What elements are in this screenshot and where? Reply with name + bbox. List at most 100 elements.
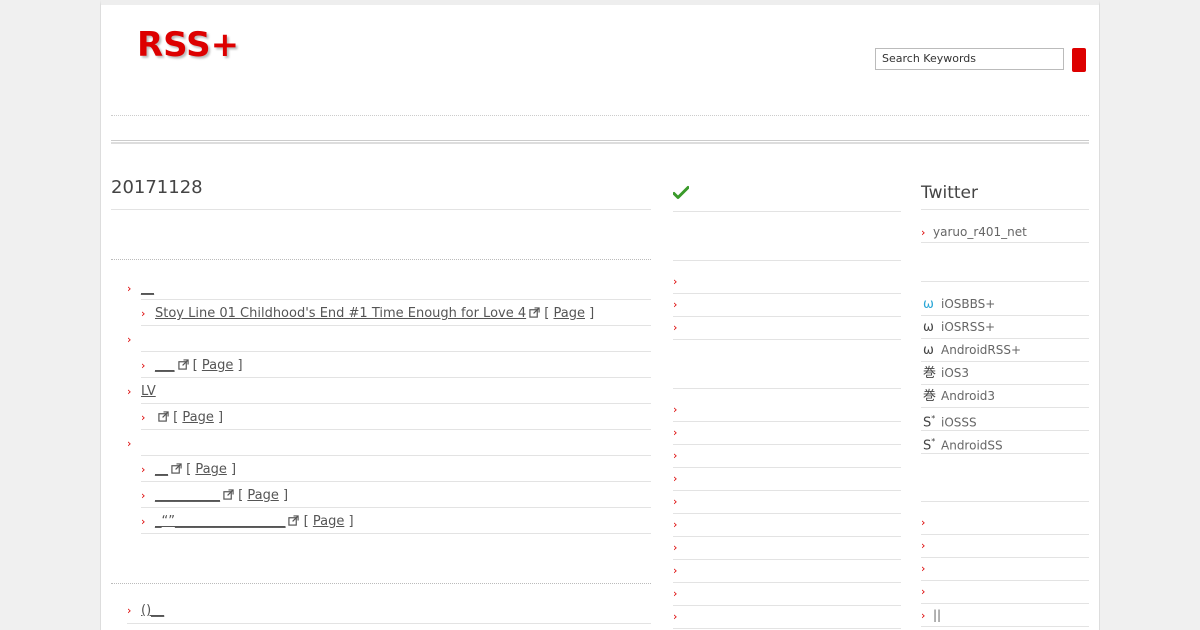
sidebar-item[interactable]: › xyxy=(673,421,687,445)
sidebar-item[interactable]: › xyxy=(673,444,687,468)
chevron-right-icon: › xyxy=(921,516,926,529)
chevron-right-icon: › xyxy=(127,282,132,295)
chevron-right-icon: › xyxy=(673,518,678,531)
app-link-androidss[interactable]: S* AndroidSS xyxy=(923,431,1003,453)
sidebar-item[interactable]: › xyxy=(673,536,687,560)
chevron-right-icon: › xyxy=(673,587,678,600)
chevron-right-icon: › xyxy=(673,541,678,554)
item-link[interactable]: ___ xyxy=(155,358,175,373)
page-link[interactable]: Page xyxy=(247,488,278,503)
header-divider xyxy=(111,115,1089,116)
list-item: › __ xyxy=(127,277,154,301)
list-item: › LV xyxy=(127,380,156,404)
chevron-right-icon: › xyxy=(673,298,678,311)
item-link[interactable]: __ xyxy=(155,462,168,477)
list-item: › Stoy Line 01 Childhood's End #1 Time En… xyxy=(141,302,594,326)
date-heading: 20171128 xyxy=(111,177,203,198)
chevron-right-icon: › xyxy=(141,307,146,320)
chevron-right-icon: › xyxy=(141,359,146,372)
chevron-right-icon: › xyxy=(141,489,146,502)
item-link[interactable]: ()__ xyxy=(141,603,164,618)
omega-icon: ω xyxy=(923,343,934,358)
chevron-right-icon: › xyxy=(141,411,146,424)
item-link[interactable]: __ xyxy=(141,281,154,296)
page-link[interactable]: Page xyxy=(553,306,584,321)
page-link[interactable]: Page xyxy=(202,358,233,373)
external-link-icon xyxy=(529,307,540,318)
page-link[interactable]: Page xyxy=(182,410,213,425)
sidebar-item[interactable]: › xyxy=(673,316,687,340)
list-item: › xyxy=(127,328,141,352)
list-item: › __ [ Page ] xyxy=(141,458,236,482)
item-link[interactable]: LV xyxy=(141,384,156,399)
chevron-right-icon: › xyxy=(673,449,678,462)
app-link-ios3[interactable]: 巻 iOS3 xyxy=(923,362,969,384)
app-link-iosrss[interactable]: ω iOSRSS+ xyxy=(923,316,995,338)
sidebar-item[interactable]: › xyxy=(673,270,687,294)
search-input[interactable]: Search Keywords xyxy=(875,48,1064,70)
chevron-right-icon: › xyxy=(673,495,678,508)
sidebar-item[interactable]: › xyxy=(673,293,687,317)
section-divider xyxy=(111,583,651,584)
sidebar-item[interactable]: › xyxy=(673,559,687,583)
chevron-right-icon: › xyxy=(921,585,926,598)
twitter-user-link[interactable]: › yaruo_r401_net xyxy=(921,220,1027,244)
page-link[interactable]: Page xyxy=(313,514,344,529)
chevron-right-icon: › xyxy=(921,609,926,622)
page-container: RSS+ Search Keywords 20171128 › __ › Stoy … xyxy=(100,0,1100,630)
list-item: › ___ [ Page ] xyxy=(141,354,243,378)
chevron-right-icon: › xyxy=(921,562,926,575)
chevron-right-icon: › xyxy=(673,321,678,334)
sidebar-item[interactable]: › xyxy=(673,513,687,537)
chevron-right-icon: › xyxy=(673,426,678,439)
chevron-right-icon: › xyxy=(141,463,146,476)
search-button[interactable] xyxy=(1072,48,1086,72)
chevron-right-icon: › xyxy=(673,610,678,623)
chevron-right-icon: › xyxy=(127,604,132,617)
omega-icon: ω xyxy=(923,320,934,335)
external-link-icon xyxy=(288,515,300,526)
chevron-right-icon: › xyxy=(673,472,678,485)
site-logo[interactable]: RSS+ xyxy=(137,25,239,65)
sidebar-item[interactable]: › xyxy=(673,605,687,629)
app-link-iosbbs[interactable]: ω iOSBBS+ xyxy=(923,293,995,315)
heading-rule xyxy=(111,209,651,210)
item-link[interactable]: _“”_________________ xyxy=(155,514,285,529)
chevron-right-icon: › xyxy=(127,385,132,398)
app-link-iosss[interactable]: S* iOSSS xyxy=(923,408,977,430)
sidebar-item[interactable]: › || xyxy=(921,603,941,627)
app-link-android3[interactable]: 巻 Android3 xyxy=(923,385,995,407)
nav-divider xyxy=(111,140,1089,144)
list-item: › _“”_________________ [ Page ] xyxy=(141,510,354,534)
sidebar-item[interactable]: › xyxy=(673,582,687,606)
sidebar-item[interactable]: › xyxy=(921,511,935,535)
kanji-icon: 巻 xyxy=(923,366,937,381)
chevron-right-icon: › xyxy=(141,515,146,528)
kanji-icon: 巻 xyxy=(923,389,937,404)
sidebar-item[interactable]: › xyxy=(921,557,935,581)
sidebar-item[interactable]: › xyxy=(921,580,935,604)
item-link[interactable]: __________ xyxy=(155,488,220,503)
sidebar-item[interactable]: › xyxy=(673,467,687,491)
checkmark-icon xyxy=(673,186,689,199)
list-item: › [ Page ] xyxy=(141,406,223,430)
item-link[interactable]: Stoy Line 01 Childhood's End #1 Time Eno… xyxy=(155,306,526,321)
app-link-androidrss[interactable]: ω AndroidRSS+ xyxy=(923,339,1021,361)
chevron-right-icon: › xyxy=(673,403,678,416)
chevron-right-icon: › xyxy=(127,333,132,346)
external-link-icon xyxy=(158,411,169,422)
list-item: › xyxy=(127,432,141,456)
list-item: › __________ [ Page ] xyxy=(141,484,288,508)
sidebar-item[interactable]: › xyxy=(921,534,935,558)
sidebar-item[interactable]: › xyxy=(673,398,687,422)
section-divider xyxy=(111,259,651,260)
omega-icon: ω xyxy=(923,297,934,312)
external-link-icon xyxy=(223,489,234,500)
twitter-heading: Twitter xyxy=(921,183,978,203)
page-link[interactable]: Page xyxy=(195,462,226,477)
chevron-right-icon: › xyxy=(673,275,678,288)
external-link-icon xyxy=(171,463,182,474)
sidebar-item[interactable]: › xyxy=(673,490,687,514)
chevron-right-icon: › xyxy=(673,564,678,577)
list-item: › ()__ xyxy=(127,599,164,623)
